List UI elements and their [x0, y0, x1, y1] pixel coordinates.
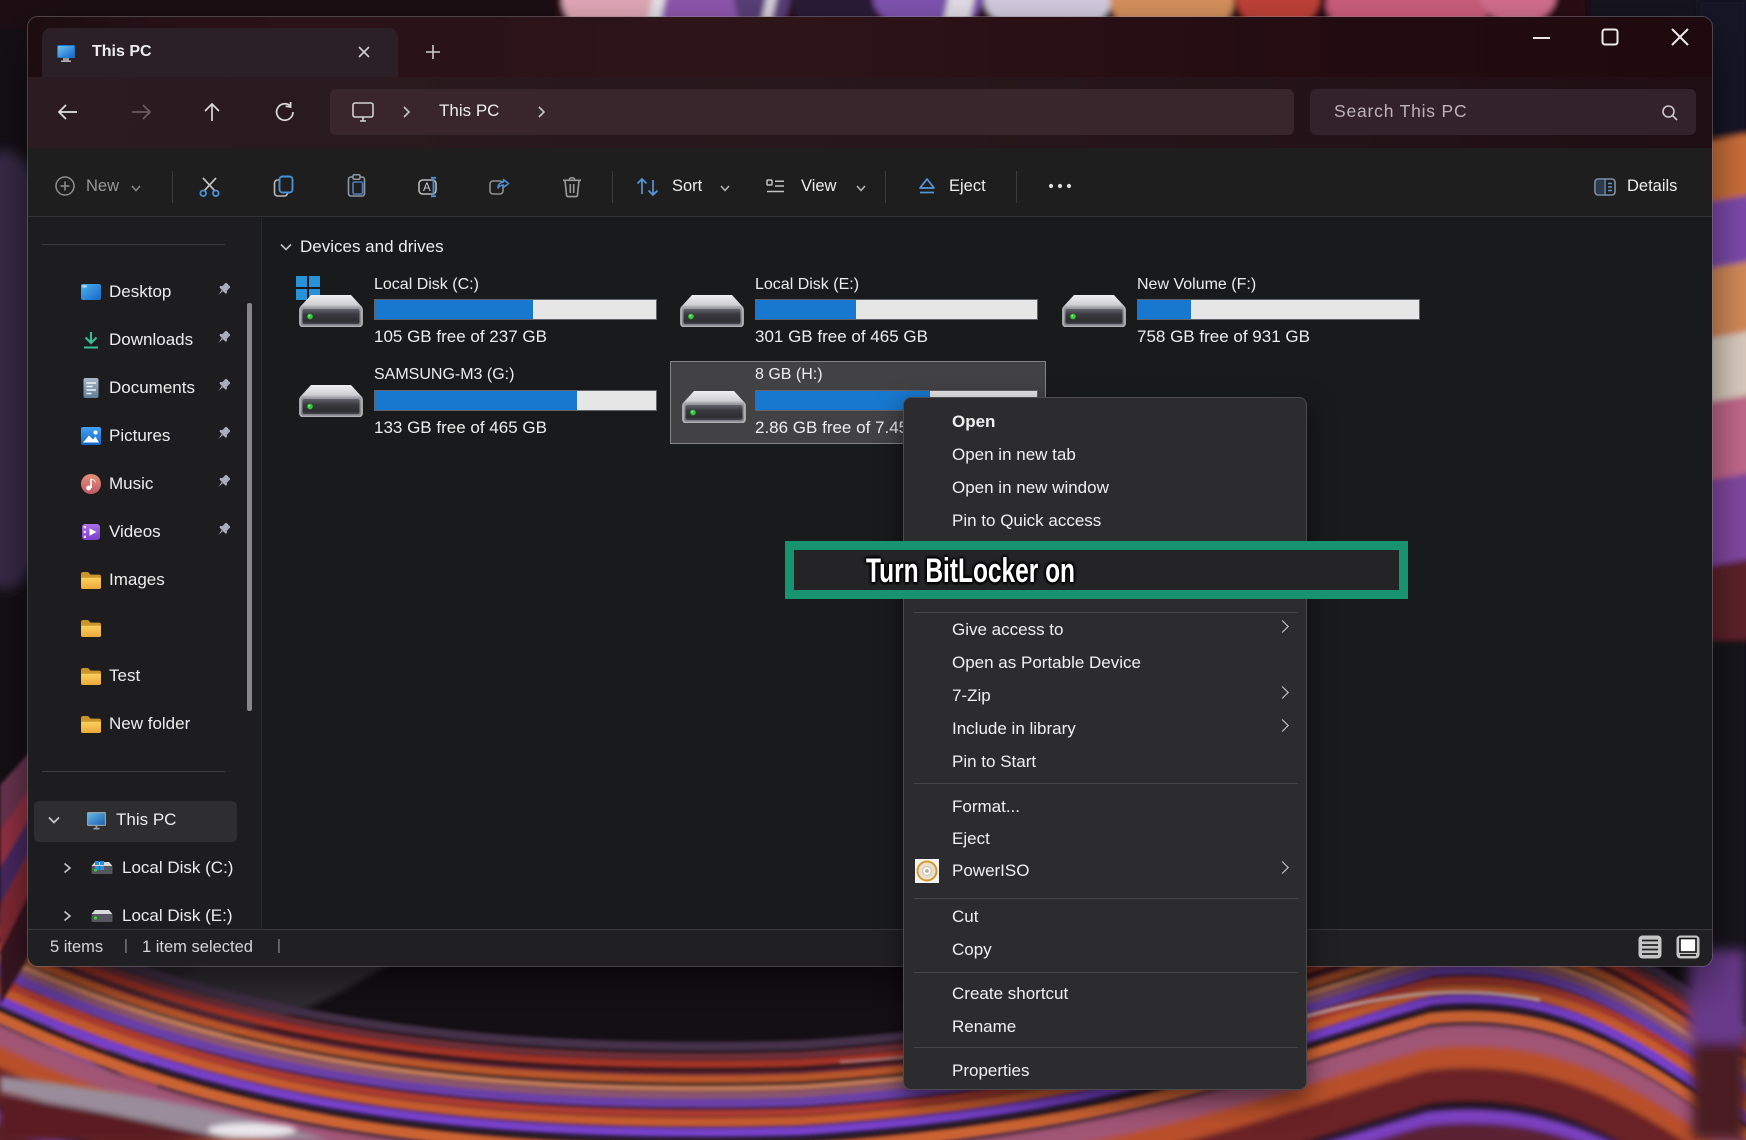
svg-text:A: A — [423, 182, 431, 194]
